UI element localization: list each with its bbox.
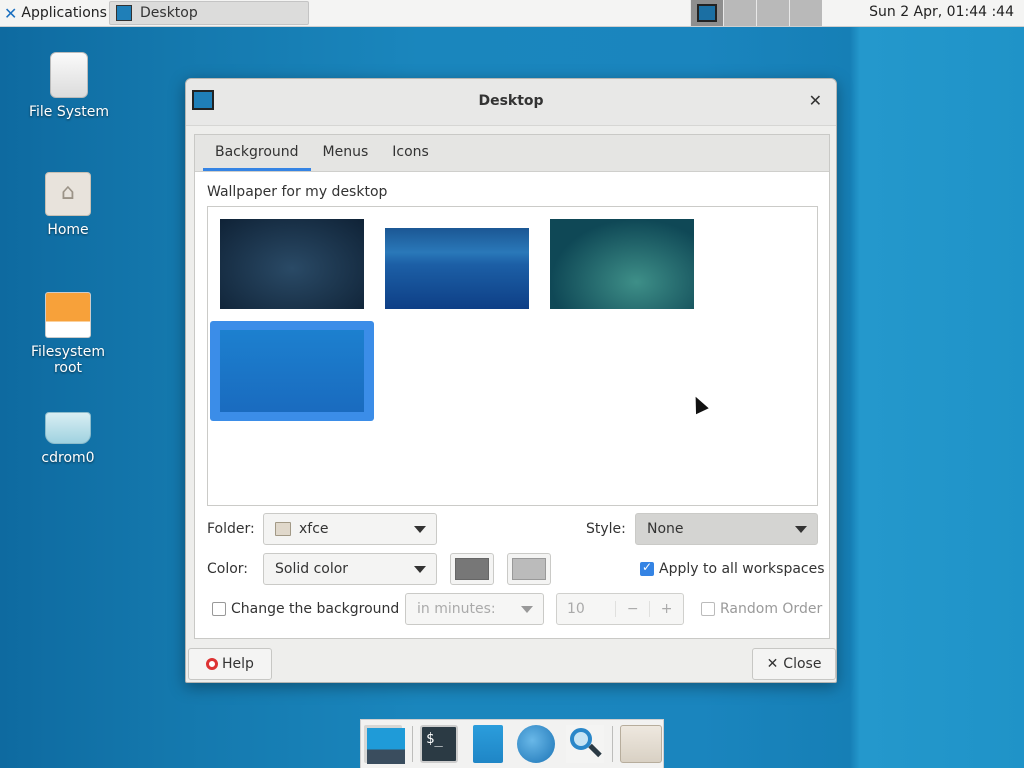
tab-menus[interactable]: Menus bbox=[311, 135, 381, 171]
desktop-settings-icon bbox=[116, 5, 132, 21]
applications-label: Applications bbox=[21, 5, 107, 21]
workspace-2[interactable] bbox=[723, 0, 756, 26]
dialog-titlebar[interactable]: Desktop ✕ bbox=[186, 79, 836, 126]
color-combo[interactable]: Solid color bbox=[263, 553, 437, 585]
wallpaper-thumbnail-selected[interactable] bbox=[210, 321, 374, 421]
desktop-settings-dialog: Desktop ✕ Background Menus Icons Wallpap… bbox=[185, 78, 837, 683]
workspace-switcher bbox=[690, 0, 822, 26]
desktop-icon-label: Home bbox=[47, 222, 89, 238]
close-label: Close bbox=[783, 656, 822, 672]
desktop-icon-label: Filesystem root bbox=[30, 344, 106, 376]
dock-separator bbox=[612, 726, 613, 762]
settings-notebook: Background Menus Icons Wallpaper for my … bbox=[194, 134, 830, 639]
taskbar-button-desktop[interactable]: Desktop bbox=[109, 1, 309, 25]
folder-label: Folder: bbox=[207, 521, 255, 537]
desktop-icon[interactable] bbox=[364, 725, 405, 764]
interval-unit-value: in minutes: bbox=[417, 601, 496, 617]
random-order-checkbox[interactable] bbox=[701, 602, 715, 616]
taskbar-button-label: Desktop bbox=[140, 5, 198, 21]
tab-bar: Background Menus Icons bbox=[195, 135, 829, 172]
plus-icon[interactable]: + bbox=[649, 601, 683, 617]
dock-separator bbox=[412, 726, 413, 762]
color-label: Color: bbox=[207, 561, 249, 577]
desktop-icon-label: cdrom0 bbox=[41, 450, 95, 466]
home-folder-icon bbox=[45, 172, 91, 216]
random-order-label[interactable]: Random Order bbox=[720, 601, 822, 617]
top-panel: ✕ Applications ⋮ Desktop Sun 2 Apr, 01:4… bbox=[0, 0, 1024, 27]
workspace-1[interactable] bbox=[690, 0, 723, 26]
style-combo[interactable]: None bbox=[635, 513, 818, 545]
minus-icon[interactable]: − bbox=[615, 601, 649, 617]
change-background-label[interactable]: Change the background bbox=[231, 601, 399, 617]
close-icon[interactable]: ✕ bbox=[809, 91, 822, 110]
style-value: None bbox=[647, 521, 684, 537]
interval-spinbutton[interactable]: 10 − + bbox=[556, 593, 684, 625]
xfce-logo-icon: ✕ bbox=[4, 3, 18, 23]
help-lifebuoy-icon bbox=[206, 658, 219, 670]
web-browser-icon[interactable] bbox=[517, 725, 555, 763]
workspace-4[interactable] bbox=[789, 0, 822, 26]
interval-unit-combo[interactable]: in minutes: bbox=[405, 593, 544, 625]
drive-icon bbox=[50, 52, 88, 98]
terminal-icon[interactable]: $_ bbox=[420, 725, 458, 763]
help-label: Help bbox=[222, 656, 254, 672]
bottom-dock: $_ bbox=[360, 719, 664, 768]
cdrom-icon bbox=[45, 412, 91, 444]
folder-icon bbox=[275, 522, 291, 536]
wallpaper-thumbnail[interactable] bbox=[385, 228, 529, 309]
root-drive-icon bbox=[45, 292, 91, 338]
chevron-down-icon bbox=[795, 526, 807, 533]
desktop-icon-label: File System bbox=[28, 104, 110, 120]
apply-all-checkbox[interactable] bbox=[640, 560, 654, 576]
tab-icons[interactable]: Icons bbox=[380, 135, 441, 171]
close-button[interactable]: ✕ Close bbox=[752, 648, 836, 680]
file-manager-icon[interactable] bbox=[473, 725, 503, 763]
app-finder-icon[interactable] bbox=[566, 725, 604, 763]
clock[interactable]: Sun 2 Apr, 01:44 :44 bbox=[869, 4, 1014, 20]
wallpaper-thumbnail[interactable] bbox=[550, 219, 694, 309]
dialog-title: Desktop bbox=[478, 93, 544, 109]
wallpaper-grid[interactable] bbox=[207, 206, 818, 506]
desktop-icon-file-system[interactable]: File System bbox=[14, 52, 124, 120]
desktop-icon-cdrom0[interactable]: cdrom0 bbox=[13, 412, 123, 466]
chevron-down-icon bbox=[521, 606, 533, 613]
wallpaper-thumbnail[interactable] bbox=[220, 219, 364, 309]
chevron-down-icon bbox=[414, 566, 426, 573]
tab-background[interactable]: Background bbox=[203, 135, 311, 171]
change-background-checkbox[interactable] bbox=[212, 602, 226, 616]
close-icon: ✕ bbox=[766, 656, 779, 672]
style-label: Style: bbox=[586, 521, 626, 537]
folder-combo[interactable]: xfce bbox=[263, 513, 437, 545]
color-value: Solid color bbox=[275, 561, 349, 577]
desktop-icon-filesystem-root[interactable]: Filesystem root bbox=[13, 292, 123, 376]
interval-value: 10 bbox=[567, 601, 585, 617]
applications-menu-button[interactable]: ✕ Applications ⋮ bbox=[0, 0, 127, 26]
wallpaper-label: Wallpaper for my desktop bbox=[207, 184, 388, 200]
chevron-down-icon bbox=[414, 526, 426, 533]
workspace-3[interactable] bbox=[756, 0, 789, 26]
color2-button[interactable] bbox=[507, 553, 551, 585]
folder-value: xfce bbox=[299, 521, 329, 537]
window-thumbnail-icon bbox=[697, 4, 717, 22]
apply-all-label[interactable]: Apply to all workspaces bbox=[659, 561, 825, 577]
help-button[interactable]: Help bbox=[188, 648, 272, 680]
desktop-icon-home[interactable]: Home bbox=[13, 172, 123, 238]
color1-button[interactable] bbox=[450, 553, 494, 585]
folder-icon[interactable] bbox=[620, 725, 662, 763]
